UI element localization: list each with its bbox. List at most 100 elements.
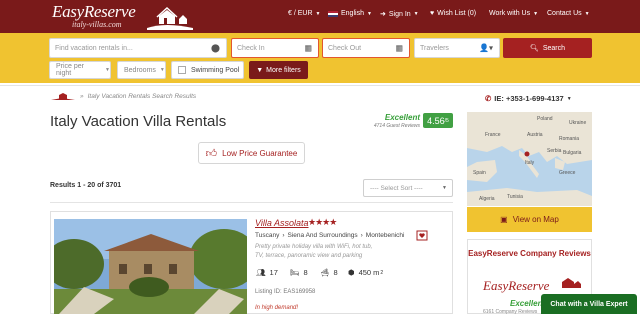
guest-reviews-count[interactable]: 4714 Guest Reviews [360,123,420,129]
contact-label: Contact Us [547,10,582,17]
contact-us-menu[interactable]: Contact Us ▼ [547,10,590,17]
house-logo-icon [147,6,193,30]
view-on-map-button[interactable]: ▣ View on Map [467,207,592,232]
reviews-excellent: Excellent [510,299,546,308]
bathrooms-count: 8 [333,268,338,277]
bed-icon: 🛏︎ [290,268,300,277]
logo-subtitle: italy-villas.com [72,20,122,29]
work-label: Work with Us [489,10,531,17]
destination-placeholder: Find vacation rentals in... [55,44,133,52]
town-link[interactable]: Montebenichi [366,232,405,239]
caret-down-icon: ▼ [159,67,165,73]
more-filters-button[interactable]: ▼ More filters [249,61,308,79]
logo[interactable]: EasyReserve italy-villas.com [50,2,200,32]
map-label: Poland [537,116,553,122]
pool-filter[interactable]: Swimming Pool [171,61,244,79]
guests-amenity: 👥︎ 17 [256,268,278,277]
bedrooms-filter[interactable]: Bedrooms ▼ [117,61,166,79]
bedrooms-count: 8 [303,268,308,277]
bathtub-icon: 🛁︎ [320,268,330,277]
wishlist-label: Wish List (0) [437,10,477,17]
logo-text: EasyReserve [52,2,136,21]
map-preview[interactable]: France Italy Spain Romania Bulgaria Serb… [467,112,592,206]
signin-label: Sign In [388,10,411,18]
signin-icon: ➜ [380,11,386,18]
rating-word: Excellent [384,113,420,122]
checkin-input[interactable]: Check In ▦ [231,38,319,58]
chevron-right-icon: › [360,232,363,239]
currency-menu[interactable]: € / EUR ▼ [288,10,320,17]
house-logo-icon [562,278,581,288]
map-label: Serbia [547,148,562,154]
caret-down-icon: ▼ [366,10,372,17]
score-value: 4.56 [427,115,445,126]
caret-down-icon: ▼ [315,10,321,17]
map-label: Bulgaria [563,150,582,156]
language-menu[interactable]: English ▼ [328,10,372,17]
calendar-icon: ▦ [304,43,312,53]
filter-icon: ▼ [256,66,264,74]
caret-down-icon: ▼ [105,67,110,73]
map-label: Spain [473,170,486,176]
map-icon: ▣ [500,215,508,224]
map-label: Tunisia [507,194,523,200]
caret-down-icon: ▼ [413,11,419,17]
checkout-input[interactable]: Check Out ▦ [322,38,410,58]
breadcrumb: » Italy Vacation Rentals Search Results [50,92,196,101]
destination-input[interactable]: Find vacation rentals in... ⬤ [49,38,227,58]
view-map-label: View on Map [512,215,559,224]
sort-placeholder: ---- Select Sort ---- [370,184,423,192]
favorite-icon[interactable] [416,229,428,241]
sort-select[interactable]: ---- Select Sort ---- ▼ [363,179,453,197]
language-label: English [341,10,364,17]
villa-name-link[interactable]: Villa Assolata [255,218,309,228]
low-price-guarantee-button[interactable]: 👍︎ Low Price Guarantee [198,142,305,164]
chevron-right-icon: › [282,232,285,239]
score-badge: 4.56/5 [423,113,453,128]
size-value: 450 m [358,268,380,277]
map-label: Ukraine [569,120,586,126]
page-title: Italy Vacation Villa Rentals [50,113,227,130]
caret-down-icon: ▼ [584,10,590,17]
reviews-logo: EasyReserve [483,278,550,293]
divider [0,85,640,86]
calendar-icon: ▦ [395,43,403,53]
pool-checkbox[interactable] [178,66,186,74]
company-reviews-title: EasyReserve Company Reviews [468,249,591,258]
map-label: Austria [527,132,543,138]
size-amenity: ⬢ 450 m2 [348,268,383,277]
chat-button[interactable]: Chat with a Villa Expert [541,294,637,314]
map-label: Greece [559,170,576,176]
travelers-input[interactable]: Travelers 👤▾ [414,38,500,58]
work-with-us-menu[interactable]: Work with Us ▼ [489,10,538,17]
map-label: Romania [559,136,579,142]
pool-label: Swimming Pool [191,66,240,74]
villa-photo[interactable] [54,219,247,314]
bedrooms-amenity: 🛏︎ 8 [290,268,308,277]
signin-menu[interactable]: ➜ Sign In ▼ [380,10,419,19]
phone-number[interactable]: ✆ IE: +353-1-699-4137 ▼ [485,94,572,103]
price-filter[interactable]: Price per night ▼ [49,61,111,79]
map-label: France [485,132,501,138]
breadcrumb-separator: » [80,93,84,100]
thumbs-up-icon: 👍︎ [205,147,218,160]
search-button[interactable]: 🔍︎ Search [503,38,592,58]
person-icon: 👤▾ [479,43,493,53]
search-icon: 🔍︎ [529,45,539,52]
caret-down-icon: ▼ [533,10,539,17]
bathrooms-amenity: 🛁︎ 8 [320,268,338,277]
cube-icon: ⬢ [348,268,355,277]
caret-down-icon: ▼ [442,185,447,191]
region-link[interactable]: Tuscany [255,232,279,239]
map-label: Algeria [479,196,495,202]
heart-icon: ♥ [430,10,435,17]
villa-photo-image [54,219,247,314]
caret-down-icon: ▼ [566,95,572,102]
home-icon[interactable] [50,92,76,101]
price-label: Price per night [56,63,85,77]
bedrooms-label: Bedrooms [124,66,156,74]
wishlist-link[interactable]: ♥ Wish List (0) [430,10,476,17]
low-price-label: Low Price Guarantee [222,148,298,158]
checkin-placeholder: Check In [237,44,265,52]
area-link[interactable]: Siena And Surroundings [288,232,358,239]
